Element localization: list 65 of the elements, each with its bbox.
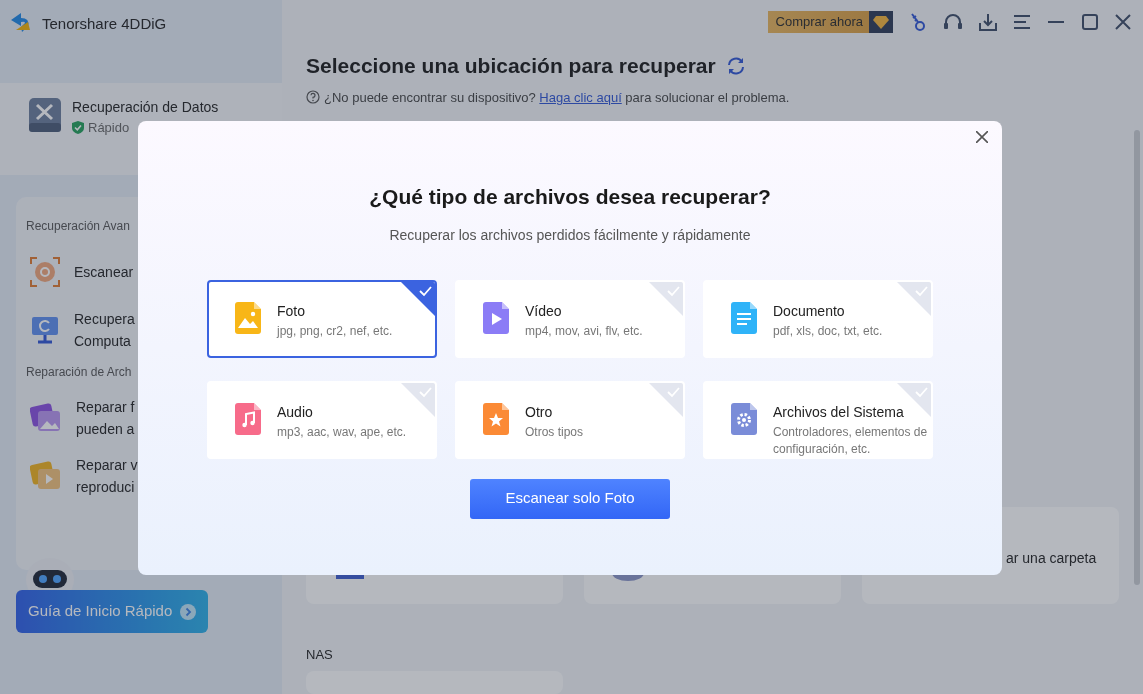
- file-type-option[interactable]: Vídeo mp4, mov, avi, flv, etc.: [455, 279, 685, 358]
- key-icon[interactable]: [909, 12, 927, 32]
- file-type-option[interactable]: Otro Otros tipos: [455, 380, 685, 459]
- menu-item[interactable]: Recupera Computa: [74, 308, 135, 352]
- menu-item[interactable]: Reparar v reproduci: [76, 454, 138, 498]
- menu-item[interactable]: Escanear: [74, 261, 134, 283]
- gear-file-icon: [731, 402, 757, 435]
- diamond-icon: [873, 15, 889, 29]
- section-heading: Recuperación Avan: [25, 218, 131, 235]
- refresh-icon[interactable]: [725, 56, 746, 75]
- computer-icon: [30, 315, 60, 345]
- help-icon: [306, 90, 320, 105]
- menu-item-subtitle: Rápido: [88, 119, 130, 137]
- check-corner-icon: [649, 382, 683, 417]
- star-file-icon: [483, 402, 509, 435]
- menu-item[interactable]: Reparar f pueden a: [76, 396, 135, 440]
- section-heading: NAS: [306, 646, 333, 664]
- drive-tools-icon: [28, 97, 62, 133]
- app-title: Tenorshare 4DDiG: [42, 14, 167, 34]
- video-file-icon: [483, 301, 509, 334]
- menu-item-title[interactable]: Recuperación de Datos: [72, 97, 219, 118]
- option-description: pdf, xls, doc, txt, etc.: [773, 322, 884, 340]
- check-corner-icon: [897, 281, 931, 316]
- option-description: Otros tipos: [525, 423, 585, 441]
- check-corner-icon: [401, 382, 435, 417]
- option-title: Documento: [773, 301, 846, 320]
- help-text: ¿No puede encontrar su dispositivo? Haga clic aquí para solucionar el problema.: [324, 88, 790, 107]
- option-title: Archivos del Sistema: [773, 402, 905, 421]
- dialog-title: ¿Qué tipo de archivos desea recuperar?: [369, 184, 771, 210]
- download-icon[interactable]: [979, 13, 997, 31]
- option-title: Audio: [277, 402, 314, 421]
- option-description: mp4, mov, avi, flv, etc.: [525, 322, 644, 340]
- audio-file-icon: [235, 402, 261, 435]
- scrollbar[interactable]: [1134, 130, 1140, 585]
- option-description: Controladores, elementos de configuración, etc.: [773, 423, 929, 457]
- file-type-option[interactable]: Documento pdf, xls, doc, txt, etc.: [703, 279, 933, 358]
- image-file-icon: [235, 301, 261, 334]
- video-files-icon: [30, 461, 62, 491]
- document-file-icon: [731, 301, 757, 334]
- photos-icon: [30, 403, 62, 433]
- page-heading: Seleccione una ubicación para recuperar: [306, 53, 716, 79]
- target-icon: [30, 257, 60, 287]
- check-corner-icon: [649, 281, 683, 316]
- check-corner-icon: [401, 281, 435, 316]
- shield-check-icon: [72, 121, 84, 135]
- card-label: ar una carpeta: [1006, 549, 1097, 568]
- dialog-subtitle: Recuperar los archivos perdidos fácilmente y rápidamente: [389, 225, 751, 245]
- option-title: Otro: [525, 402, 554, 421]
- section-heading: Reparación de Arch: [25, 364, 133, 381]
- chevron-right-icon: [180, 603, 197, 620]
- option-title: Vídeo: [525, 301, 563, 320]
- scan-button[interactable]: Escanear solo Foto: [470, 478, 670, 519]
- file-type-option[interactable]: Foto jpg, png, cr2, nef, etc.: [207, 279, 437, 358]
- help-link[interactable]: Haga clic aquí: [539, 89, 622, 105]
- close-icon[interactable]: [976, 131, 988, 143]
- option-title: Foto: [277, 301, 306, 320]
- option-description: jpg, png, cr2, nef, etc.: [277, 322, 394, 340]
- option-description: mp3, aac, wav, ape, etc.: [277, 423, 408, 441]
- headset-icon[interactable]: [943, 13, 963, 31]
- file-type-option[interactable]: Archivos del Sistema Controladores, elementos de configuración, etc.: [703, 380, 933, 459]
- buy-now-button[interactable]: Comprar ahora: [767, 11, 893, 33]
- maximize-icon[interactable]: [1081, 13, 1099, 31]
- file-type-option[interactable]: Audio mp3, aac, wav, ape, etc.: [207, 380, 437, 459]
- menu-icon[interactable]: [1013, 14, 1031, 30]
- close-icon[interactable]: [1115, 14, 1131, 30]
